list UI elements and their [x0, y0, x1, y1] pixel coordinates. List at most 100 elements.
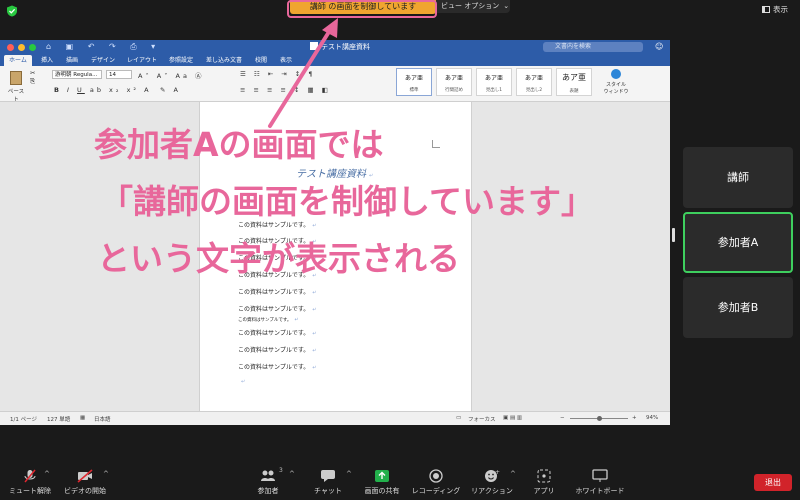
font-grow-shrink-icons[interactable]: A˄ A˅ Aa Ⓐ [138, 70, 205, 80]
view-mode-icons[interactable]: ▣ ▤ ▥ [503, 415, 522, 421]
margin-corner-mark [432, 140, 440, 148]
reaction-button[interactable]: + リアクション ^ [462, 465, 522, 496]
document-title: テスト講座資料 [310, 42, 370, 52]
tab-insert[interactable]: 挿入 [36, 55, 58, 66]
meeting-toolbar: ミュート解除 ^ ビデオの開始 ^ 参加者 3 ^ チャット ^ 画面の共有 レ… [0, 465, 800, 500]
document-line: この資料はサンプルです。 ↵ [238, 222, 317, 229]
document-heading: テスト講座資料 ↵ [296, 169, 374, 180]
proofing-icon[interactable]: ▦ [80, 415, 85, 421]
chat-options-chevron[interactable]: ^ [346, 470, 352, 478]
tab-draw[interactable]: 描画 [61, 55, 83, 66]
quick-access-icons[interactable]: ⌂ ▣ ↶ ↷ ⎙ ▾ [46, 42, 161, 52]
document-line: この資料はサンプルです。 ↵ [238, 330, 317, 337]
document-line: この資料はサンプルです。 ↵ [238, 347, 317, 354]
close-window-button[interactable] [7, 44, 14, 51]
participant-tile-instructor[interactable]: 講師 [683, 147, 793, 208]
empty-paragraph-mark: ↵ [241, 379, 246, 385]
page-count: 1/1 ページ [10, 417, 37, 423]
zoom-slider-handle[interactable] [597, 416, 602, 421]
home-ribbon: ペースト ✂ ⎘ 游明朝 Regula... 14 A˄ A˅ Aa Ⓐ B I … [0, 66, 670, 103]
apps-button[interactable]: アプリ [514, 465, 574, 496]
highlight-font-color-icons[interactable]: ✎ A [160, 86, 181, 94]
minimize-window-button[interactable] [18, 44, 25, 51]
display-toggle-button[interactable]: 表示 [762, 4, 788, 15]
bold-italic-underline-icons[interactable]: B I U ab x₂ x² A [54, 86, 152, 94]
participants-options-chevron[interactable]: ^ [289, 470, 295, 478]
chevron-down-icon: ⌄ [503, 2, 510, 10]
participants-button[interactable]: 参加者 3 ^ [238, 465, 298, 496]
focus-icon[interactable]: ▭ [456, 415, 461, 421]
tab-layout[interactable]: レイアウト [122, 55, 162, 66]
cut-copy-icons[interactable]: ✂ ⎘ [30, 69, 38, 86]
chat-button[interactable]: チャット ^ [298, 465, 358, 496]
tab-view[interactable]: 表示 [275, 55, 297, 66]
zoom-out-button[interactable]: − [560, 415, 565, 421]
style-normal[interactable]: あア亜 標準 [396, 68, 432, 96]
styles-pane-button[interactable]: スタイル ウィンドウ [603, 69, 629, 95]
whiteboard-icon [592, 469, 608, 482]
panel-resize-handle[interactable] [672, 228, 675, 242]
muted-microphone-icon [24, 469, 36, 483]
clipboard-icon [10, 71, 22, 85]
emoji-reaction-icon: + [485, 469, 500, 482]
video-off-icon [77, 469, 93, 483]
svg-text:+: + [495, 469, 500, 476]
whiteboard-button[interactable]: ホワイトボード [570, 465, 630, 496]
shared-word-window[interactable]: ⌂ ▣ ↶ ↷ ⎙ ▾ テスト講座資料 文書内を検索 ☺ ホーム 挿入 描画 デ… [0, 40, 670, 425]
view-options-button[interactable]: ビュー オプション ⌄ [436, 0, 510, 13]
apps-icon [537, 469, 551, 483]
document-line: この資料はサンプルです。 ↵ [238, 306, 317, 313]
paste-button[interactable]: ペースト [6, 69, 26, 103]
security-shield-icon[interactable] [6, 5, 18, 17]
display-label: 表示 [773, 5, 788, 14]
zoom-meeting-window: 講師 の画面を制御しています ビュー オプション ⌄ 表示 ⌂ ▣ ↶ ↷ ⎙ ▾… [0, 0, 800, 500]
annotation-highlight-box [287, 0, 437, 18]
font-name-select[interactable]: 游明朝 Regula... [52, 70, 102, 79]
focus-mode-button[interactable]: フォーカス [468, 415, 496, 423]
word-doc-icon [310, 42, 318, 50]
list-indent-icons[interactable]: ☰ ☷ ⇤ ⇥ ↕ ¶ [240, 70, 315, 78]
participant-tile-a[interactable]: 参加者A [683, 212, 793, 273]
profile-icon[interactable]: ☺ [655, 42, 663, 51]
layout-icon [762, 6, 770, 13]
leave-meeting-button[interactable]: 退出 [754, 474, 792, 491]
style-no-spacing[interactable]: あア亜 行間詰め [436, 68, 472, 96]
alignment-icons[interactable]: ≡ ≡ ≡ ≡ ↕ ▦ ◧ [240, 86, 331, 94]
view-options-label: ビュー オプション [441, 2, 500, 10]
style-title[interactable]: あア亜 表題 [556, 68, 592, 96]
maximize-window-button[interactable] [29, 44, 36, 51]
participants-icon [261, 470, 275, 481]
unmute-button[interactable]: ミュート解除 ^ [0, 465, 60, 496]
tab-review[interactable]: 校閲 [250, 55, 272, 66]
video-options-chevron[interactable]: ^ [103, 470, 109, 478]
document-line: この資料はサンプルです。 ↵ [238, 289, 317, 296]
share-screen-button[interactable]: 画面の共有 [352, 465, 412, 496]
ribbon-tab-bar: ホーム 挿入 描画 デザイン レイアウト 参照設定 差し込み文書 校閲 表示 👤… [0, 54, 670, 78]
start-video-button[interactable]: ビデオの開始 ^ [55, 465, 115, 496]
annotation-line-1: 参加者Aの画面では [94, 125, 384, 164]
chat-bubble-icon [321, 470, 335, 482]
style-heading2[interactable]: あア亜 見出し2 [516, 68, 552, 96]
document-search-input[interactable]: 文書内を検索 [543, 42, 643, 52]
participant-tile-b[interactable]: 参加者B [683, 277, 793, 338]
annotation-line-3: という文字が表示される [97, 239, 460, 278]
word-count: 127 単語 [47, 417, 71, 423]
word-status-bar: 1/1 ページ 127 単語 ▦ 日本語 ▭ フォーカス ▣ ▤ ▥ − + 9… [0, 411, 670, 425]
recording-button[interactable]: レコーディング [406, 465, 466, 496]
participants-count: 3 [279, 467, 283, 474]
tab-mailings[interactable]: 差し込み文書 [201, 55, 247, 66]
font-size-select[interactable]: 14 [106, 70, 132, 79]
audio-options-chevron[interactable]: ^ [44, 470, 50, 478]
zoom-in-button[interactable]: + [632, 415, 637, 421]
language-label: 日本語 [94, 417, 111, 423]
record-icon [429, 469, 443, 483]
tab-home[interactable]: ホーム [4, 55, 32, 66]
annotation-line-2: 「講師の画面を制御しています」 [100, 182, 595, 221]
style-heading1[interactable]: あア亜 見出し1 [476, 68, 512, 96]
document-line: この資料はサンプルです。 ↵ [238, 364, 317, 371]
document-line: この資料はサンプルです。 ↵ [238, 317, 299, 323]
tab-references[interactable]: 参照設定 [164, 55, 198, 66]
share-screen-icon [375, 470, 389, 482]
styles-pane-icon [611, 69, 621, 79]
tab-design[interactable]: デザイン [86, 55, 120, 66]
